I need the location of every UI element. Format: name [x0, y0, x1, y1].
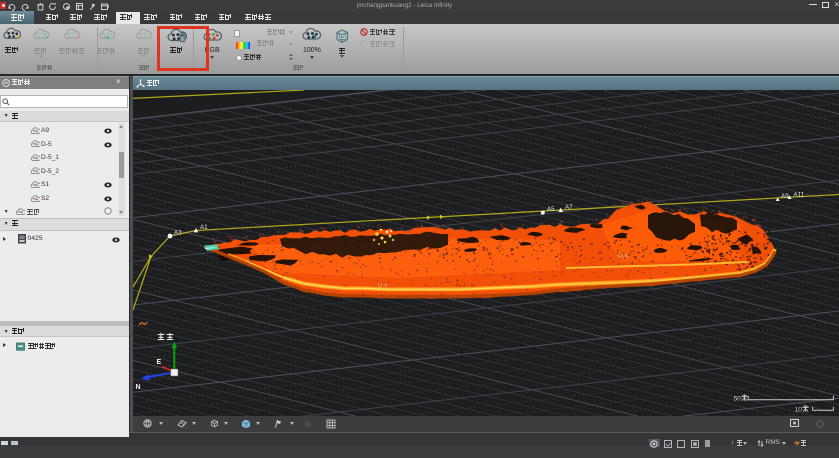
svg-text:A5: A5: [547, 206, 555, 213]
svg-text:E: E: [157, 359, 162, 366]
svg-text:A11: A11: [794, 192, 805, 199]
svg-text:50: 50: [734, 396, 742, 403]
svg-text:A7: A7: [565, 204, 573, 211]
svg-text:A3: A3: [174, 230, 182, 237]
svg-text:N: N: [136, 384, 141, 391]
svg-text:D-3: D-3: [618, 254, 628, 260]
svg-text:A1: A1: [200, 224, 208, 231]
svg-text:10: 10: [795, 407, 803, 414]
svg-text:D-4: D-4: [378, 283, 388, 289]
